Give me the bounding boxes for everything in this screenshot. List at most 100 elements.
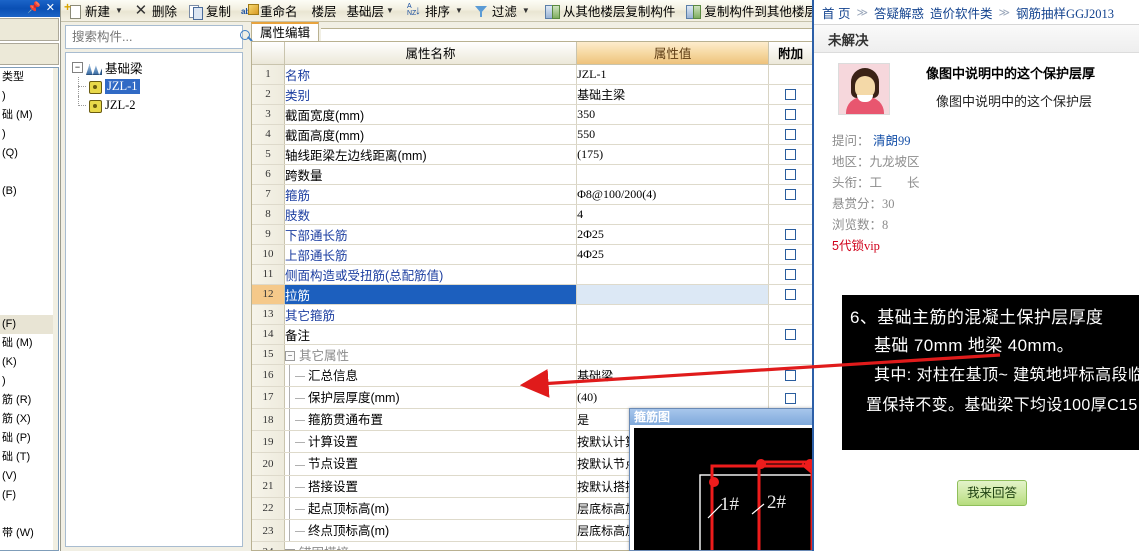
- property-value-cell[interactable]: 4Φ25: [576, 244, 770, 265]
- append-checkbox[interactable]: [785, 329, 797, 341]
- table-row[interactable]: 3 截面宽度(mm) 350: [252, 104, 812, 125]
- row-index[interactable]: 5: [252, 144, 285, 165]
- floor-select[interactable]: 基础层 ▼: [342, 1, 397, 20]
- row-index[interactable]: 18: [252, 408, 285, 432]
- left-tree-item[interactable]: ): [0, 125, 58, 144]
- table-row[interactable]: 10 上部通长筋 4Φ25: [252, 244, 812, 265]
- left-tree-item[interactable]: 础 (M): [0, 334, 58, 353]
- copy-from-other-floor-button[interactable]: 从其他楼层复制构件: [539, 1, 681, 21]
- new-button[interactable]: 新建 ▼: [61, 0, 128, 21]
- table-row[interactable]: 7 箍筋 Φ8@100/200(4): [252, 184, 812, 205]
- append-checkbox[interactable]: [785, 289, 797, 301]
- property-name-cell[interactable]: 备注: [284, 324, 578, 345]
- component-tree-panel[interactable]: − 基础梁 JZL-1 JZL-2: [65, 52, 243, 547]
- table-row[interactable]: 14 备注: [252, 324, 812, 345]
- stirrup-diagram-window[interactable]: 箍筋图 1# 2#: [629, 408, 812, 551]
- left-tree-item[interactable]: [0, 220, 58, 239]
- left-tree-item[interactable]: 础 (T): [0, 448, 58, 467]
- property-value-cell[interactable]: [576, 164, 770, 185]
- breadcrumb-category[interactable]: 答疑解惑: [874, 3, 924, 22]
- table-row[interactable]: 5 轴线距梁左边线距离(mm) (175): [252, 144, 812, 165]
- column-header-append[interactable]: 附加: [768, 42, 812, 65]
- table-row[interactable]: 6 跨数量: [252, 164, 812, 185]
- property-name-cell[interactable]: 类别: [284, 84, 578, 105]
- table-row[interactable]: 16 汇总信息 基础梁: [252, 364, 812, 387]
- close-icon[interactable]: ✕: [46, 3, 55, 14]
- row-index[interactable]: 20: [252, 452, 285, 476]
- chevron-down-icon[interactable]: ▼: [386, 6, 394, 15]
- property-name-cell[interactable]: 搭接设置: [284, 475, 578, 498]
- table-row[interactable]: 4 截面高度(mm) 550: [252, 124, 812, 145]
- left-tree-item[interactable]: [0, 296, 58, 315]
- tree-root-row[interactable]: − 基础梁: [72, 58, 242, 77]
- property-name-cell[interactable]: 汇总信息: [284, 364, 578, 387]
- property-value-cell[interactable]: 基础梁: [576, 364, 770, 387]
- append-checkbox[interactable]: [785, 249, 797, 261]
- pin-icon[interactable]: 📌: [27, 3, 41, 14]
- property-value-cell[interactable]: [576, 264, 770, 285]
- property-value-cell[interactable]: [576, 324, 770, 345]
- delete-button[interactable]: ✕ 删除: [128, 1, 182, 21]
- left-tree-item[interactable]: (F): [0, 486, 58, 505]
- table-row[interactable]: 11 侧面构造或受扭筋(总配筋值): [252, 264, 812, 285]
- append-checkbox[interactable]: [785, 189, 797, 201]
- left-tree-item[interactable]: [0, 258, 58, 277]
- left-tree-item[interactable]: (V): [0, 467, 58, 486]
- property-name-cell[interactable]: − 其它属性: [284, 344, 578, 365]
- breadcrumb-current[interactable]: 钢筋抽样GGJ2013: [1016, 3, 1114, 22]
- left-tree-item[interactable]: [0, 201, 58, 220]
- table-row[interactable]: 15− 其它属性: [252, 344, 812, 365]
- table-row[interactable]: 8 肢数 4: [252, 204, 812, 225]
- search-input[interactable]: [66, 27, 235, 47]
- row-index[interactable]: 22: [252, 497, 285, 520]
- search-icon[interactable]: [235, 26, 250, 48]
- property-name-cell[interactable]: 箍筋贯通布置: [284, 408, 578, 432]
- property-name-cell[interactable]: 其它箍筋: [284, 304, 578, 325]
- row-index[interactable]: 19: [252, 430, 285, 454]
- property-value-cell[interactable]: (175): [576, 144, 770, 165]
- property-value-cell[interactable]: 4: [576, 204, 770, 225]
- property-name-cell[interactable]: +锚固搭接: [284, 541, 578, 550]
- left-tree-item[interactable]: [0, 239, 58, 258]
- left-tree-item[interactable]: ): [0, 87, 58, 106]
- left-tree-item[interactable]: (K): [0, 353, 58, 372]
- meta-asker-suffix[interactable]: 99: [898, 134, 911, 148]
- left-tree-item[interactable]: [0, 277, 58, 296]
- left-tree-item[interactable]: 筋 (X): [0, 410, 58, 429]
- property-value-cell[interactable]: (40): [576, 386, 770, 409]
- append-checkbox[interactable]: [785, 229, 797, 241]
- copy-to-other-floor-button[interactable]: 复制构件到其他楼层: [680, 1, 812, 21]
- chevron-down-icon[interactable]: ▼: [115, 6, 123, 15]
- property-value-cell[interactable]: JZL-1: [576, 64, 770, 85]
- row-index[interactable]: 21: [252, 475, 285, 498]
- column-header-name[interactable]: 属性名称: [284, 42, 578, 65]
- property-value-cell[interactable]: 350: [576, 104, 770, 125]
- property-value-cell[interactable]: Φ8@100/200(4): [576, 184, 770, 205]
- left-combo-1[interactable]: [0, 18, 59, 41]
- question-attached-image[interactable]: 6、基础主筋的混凝土保护层厚度 基础 70mm 地梁 40mm。 其中: 对柱在基顶…: [842, 295, 1139, 450]
- row-index[interactable]: 9: [252, 224, 285, 245]
- chevron-down-icon[interactable]: ▼: [522, 6, 530, 15]
- table-row[interactable]: 9 下部通长筋 2Φ25: [252, 224, 812, 245]
- property-value-cell[interactable]: 2Φ25: [576, 224, 770, 245]
- property-name-cell[interactable]: 计算设置: [284, 430, 578, 454]
- tree-item-jzl-2[interactable]: JZL-2: [72, 96, 242, 115]
- left-tree-item[interactable]: [0, 505, 58, 524]
- answer-button[interactable]: 我来回答: [957, 480, 1027, 506]
- row-index[interactable]: 24: [252, 541, 285, 550]
- append-checkbox[interactable]: [785, 149, 797, 161]
- property-name-cell[interactable]: 拉筋: [284, 284, 578, 305]
- property-name-cell[interactable]: 轴线距梁左边线距离(mm): [284, 144, 578, 165]
- row-index[interactable]: 7: [252, 184, 285, 205]
- property-name-cell[interactable]: 节点设置: [284, 452, 578, 476]
- append-checkbox[interactable]: [785, 129, 797, 141]
- rename-button[interactable]: 重命名: [236, 1, 303, 21]
- append-checkbox[interactable]: [785, 109, 797, 121]
- property-value-cell[interactable]: 基础主梁: [576, 84, 770, 105]
- table-row[interactable]: 13 其它箍筋: [252, 304, 812, 325]
- copy-button[interactable]: 复制: [182, 1, 236, 21]
- append-checkbox[interactable]: [785, 89, 797, 101]
- property-name-cell[interactable]: 截面高度(mm): [284, 124, 578, 145]
- append-checkbox[interactable]: [785, 392, 797, 404]
- property-name-cell[interactable]: 肢数: [284, 204, 578, 225]
